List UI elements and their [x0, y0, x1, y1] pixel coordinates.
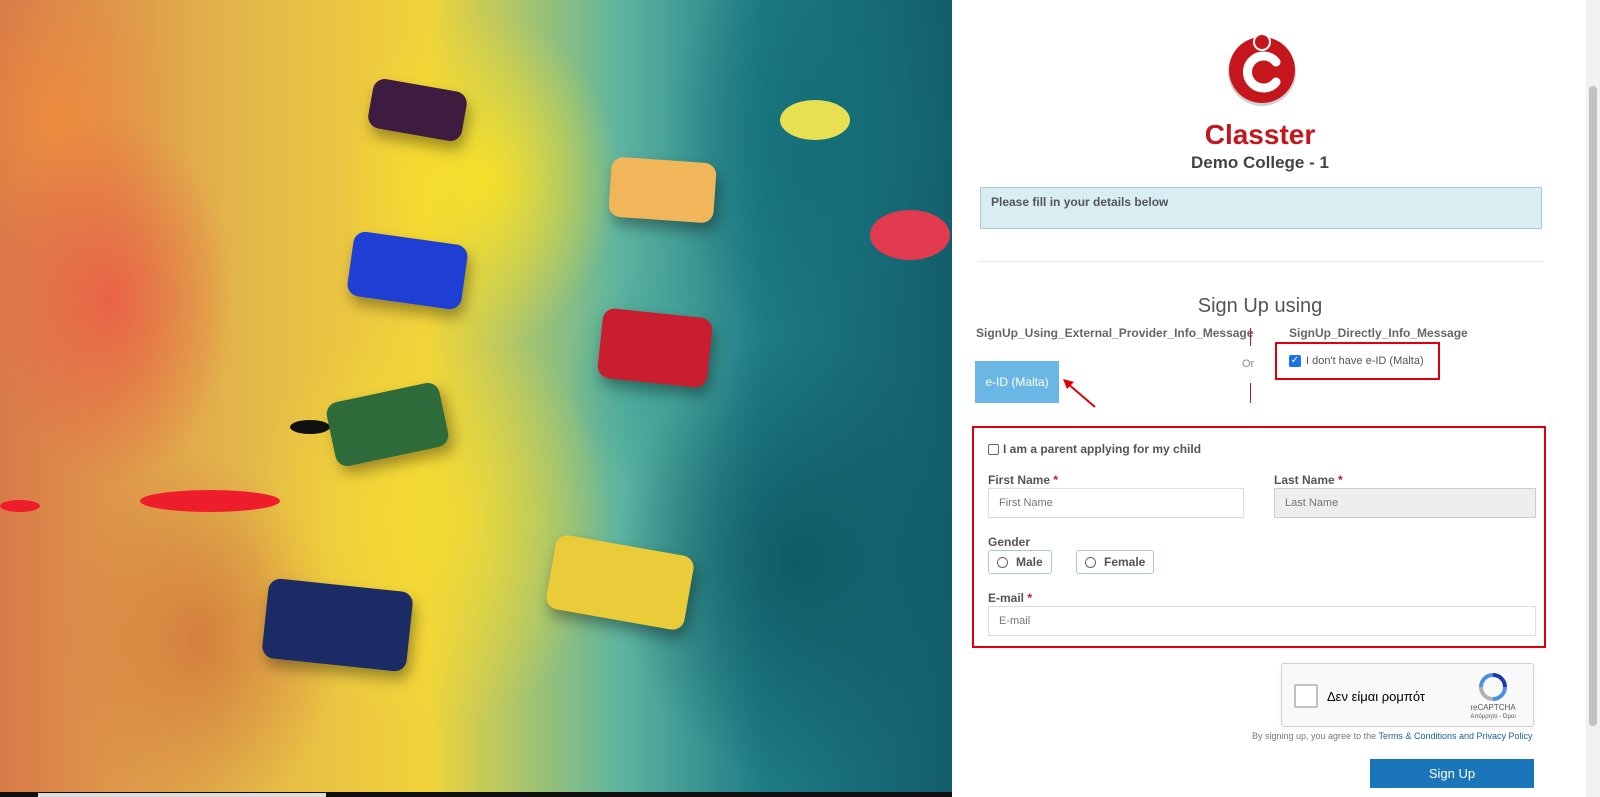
no-eid-checkbox[interactable]: ✓ I don't have e-ID (Malta) — [1275, 342, 1440, 380]
or-label: Or — [1242, 358, 1255, 370]
recaptcha-label: Δεν είμαι ρομπότ — [1327, 689, 1426, 704]
paint-splash — [780, 100, 850, 140]
radio-icon[interactable] — [997, 556, 1008, 568]
separator-line-bottom — [1250, 383, 1251, 403]
eid-malta-button[interactable]: e-ID (Malta) — [975, 361, 1059, 403]
email-label: E-mail * — [988, 591, 1032, 605]
last-name-label-text: Last Name — [1274, 473, 1335, 487]
separator-line-top — [1250, 328, 1251, 346]
required-marker: * — [1053, 473, 1059, 487]
sign-up-button[interactable]: Sign Up — [1370, 759, 1534, 788]
gender-label: Gender — [988, 535, 1031, 549]
external-provider-message: SignUp_Using_External_Provider_Info_Mess… — [976, 326, 1254, 340]
terms-prefix: By signing up, you agree to the — [1252, 731, 1377, 741]
paint-block-blue — [346, 230, 469, 311]
signup-form: I am a parent applying for my child Firs… — [972, 426, 1546, 648]
college-name: Demo College - 1 — [1191, 153, 1329, 172]
gender-male-radio[interactable]: Male — [988, 550, 1052, 574]
paint-block-red — [596, 307, 714, 389]
annotation-arrow-icon — [1063, 379, 1096, 408]
signup-heading: Sign Up using — [1197, 295, 1323, 317]
paint-splash — [870, 210, 950, 260]
first-name-label-text: First Name — [988, 473, 1051, 487]
checkbox-checked-icon[interactable]: ✓ — [1289, 355, 1301, 367]
signup-panel: Classter Demo College - 1 Please fill in… — [952, 0, 1586, 797]
email-input[interactable] — [988, 606, 1536, 636]
paint-block-yellow — [544, 533, 696, 632]
scrollbar-thumb[interactable] — [1589, 86, 1597, 726]
paint-block-orange — [608, 156, 717, 224]
terms-link[interactable]: Terms & Conditions and Privacy Policy — [1378, 731, 1532, 741]
checkbox-icon[interactable] — [988, 443, 999, 455]
parent-checkbox-label: I am a parent applying for my child — [1003, 442, 1202, 456]
email-label-text: E-mail — [988, 591, 1025, 605]
required-marker: * — [1027, 591, 1033, 605]
brand-name: Classter — [1204, 119, 1316, 150]
recaptcha-logo-icon — [1479, 673, 1507, 701]
bottom-bar-highlight — [38, 793, 326, 797]
gender-female-label: Female — [1104, 555, 1146, 569]
gender-male-label: Male — [1016, 555, 1043, 569]
recaptcha-widget: Δεν είμαι ρομπότ reCAPTCHA Απόρρητο - Όρ… — [1281, 663, 1534, 727]
gender-female-radio[interactable]: Female — [1076, 550, 1154, 574]
paint-splash — [140, 490, 280, 512]
direct-signup-message: SignUp_Directly_Info_Message — [1289, 326, 1468, 340]
required-marker: * — [1338, 473, 1343, 487]
classter-logo-icon — [1228, 33, 1296, 106]
last-name-input[interactable] — [1274, 488, 1536, 518]
radio-icon[interactable] — [1085, 556, 1096, 568]
first-name-input[interactable] — [988, 488, 1244, 518]
background-paint-image — [0, 0, 952, 797]
recaptcha-privacy-links[interactable]: Απόρρητο - Όροι — [1458, 714, 1528, 720]
last-name-label: Last Name * — [1274, 473, 1343, 487]
paint-block-green — [324, 380, 451, 469]
scrollbar[interactable] — [1586, 0, 1600, 797]
no-eid-label: I don't have e-ID (Malta) — [1306, 355, 1424, 367]
recaptcha-checkbox[interactable] — [1294, 684, 1318, 708]
terms-text: By signing up, you agree to the Terms & … — [1252, 731, 1533, 741]
first-name-label: First Name * — [988, 473, 1058, 487]
paint-splash — [290, 420, 330, 434]
paint-block-navy — [261, 577, 414, 673]
recaptcha-brand: reCAPTCHA — [1470, 703, 1516, 712]
paint-splash — [0, 500, 40, 512]
paint-block-purple — [366, 77, 469, 143]
divider — [978, 261, 1544, 262]
parent-checkbox[interactable]: I am a parent applying for my child — [988, 442, 1201, 456]
info-alert: Please fill in your details below — [980, 187, 1542, 229]
